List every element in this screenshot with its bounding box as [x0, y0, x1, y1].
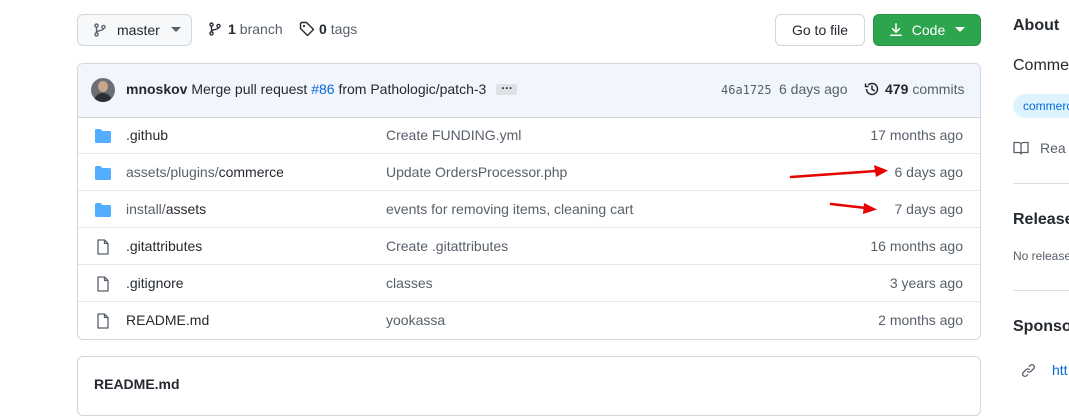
commit-hash[interactable]: 46a1725 [721, 83, 772, 97]
topic-tag[interactable]: commerc [1013, 94, 1069, 118]
annotation-arrows [789, 165, 888, 214]
topic-label: commerc [1023, 99, 1069, 113]
file-row[interactable]: .github Create FUNDING.yml 17 months ago [78, 117, 980, 154]
file-commit-message[interactable]: yookassa [386, 312, 445, 328]
commit-author[interactable]: mnoskov [126, 81, 187, 97]
annotation-arrow-1-head [874, 165, 888, 177]
file-age: 7 days ago [894, 201, 964, 217]
folder-icon [95, 129, 111, 143]
file-name-link[interactable]: .github [126, 127, 168, 143]
file-name-link[interactable]: assets/plugins/commerce [126, 164, 284, 180]
file-row[interactable]: .gitignore classes 3 years ago [78, 265, 980, 302]
file-age: 3 years ago [889, 275, 963, 291]
branch-label: branch [239, 21, 283, 37]
branch-name: master [117, 22, 160, 38]
branch-select-button[interactable]: master [77, 14, 192, 46]
sidebar-divider [1013, 183, 1069, 184]
code-button[interactable]: Code [873, 14, 981, 46]
file-name: commerce [218, 164, 284, 180]
file-commit-message[interactable]: Update OrdersProcessor.php [386, 164, 567, 180]
link-icon [1021, 363, 1036, 377]
tags-link[interactable]: 0 tags [299, 21, 357, 37]
sponsor-link[interactable]: htt [1021, 362, 1068, 378]
file-name: .github [126, 127, 169, 143]
repo-description: Comme [1013, 57, 1069, 74]
download-icon [889, 23, 902, 36]
readme-panel: README.md [77, 356, 981, 416]
file-commit-message[interactable]: classes [386, 275, 433, 291]
file-commit-message[interactable]: Create FUNDING.yml [386, 127, 521, 143]
commit-age: 6 days ago [779, 81, 848, 97]
file-name: assets [165, 201, 207, 217]
caret-down-icon [170, 27, 181, 32]
sponsor-heading: Sponso [1013, 318, 1069, 335]
file-path-prefix: install/ [126, 201, 166, 217]
commit-message-prefix[interactable]: Merge pull request [191, 81, 307, 97]
branches-link[interactable]: 1 branch [208, 21, 283, 37]
git-branch-icon [94, 23, 106, 37]
file-age: 6 days ago [894, 164, 964, 180]
file-name-link[interactable]: install/assets [126, 201, 206, 217]
commit-label: commits [912, 81, 965, 97]
releases-heading[interactable]: Release [1013, 211, 1069, 229]
latest-commit-bar: mnoskov Merge pull request #86 from Path… [78, 64, 980, 118]
tag-icon [299, 21, 315, 37]
caret-down-icon [955, 27, 966, 32]
file-icon [97, 239, 109, 255]
readme-link-label: Rea [1040, 140, 1066, 156]
readme-title[interactable]: README.md [94, 376, 180, 392]
tag-count: 0 [319, 21, 327, 37]
pull-request-link[interactable]: #86 [311, 81, 334, 97]
readme-link[interactable]: Rea [1013, 140, 1066, 156]
expand-commit-button[interactable]: … [496, 78, 518, 95]
file-commit-message[interactable]: events for removing items, cleaning cart [386, 201, 633, 217]
file-name: .gitignore [126, 275, 184, 291]
file-commit-message[interactable]: Create .gitattributes [386, 238, 508, 254]
annotation-arrow-2 [829, 202, 868, 210]
file-name-link[interactable]: .gitignore [126, 275, 184, 291]
commit-message-suffix[interactable]: from Pathologic/patch-3 [338, 81, 486, 97]
file-path-prefix: assets/plugins/ [126, 164, 219, 180]
history-icon [864, 82, 879, 96]
author-avatar[interactable] [91, 78, 115, 102]
file-name-link[interactable]: README.md [126, 312, 209, 328]
annotation-arrow-1 [789, 169, 878, 179]
go-to-file-label: Go to file [791, 22, 849, 38]
file-name: README.md [126, 312, 210, 328]
book-icon [1013, 141, 1029, 155]
commit-history-link[interactable]: 479 commits [864, 81, 964, 97]
folder-icon [95, 203, 111, 217]
ellipsis-text: … [500, 77, 513, 92]
file-icon [97, 276, 109, 292]
sidebar-divider [1013, 290, 1069, 291]
annotation-arrow-2-head [863, 203, 877, 214]
file-row[interactable]: README.md yookassa 2 months ago [78, 302, 980, 339]
code-label: Code [911, 22, 946, 38]
file-age: 17 months ago [870, 127, 963, 143]
releases-text: No release [1013, 249, 1069, 263]
file-age: 16 months ago [870, 238, 963, 254]
file-name-link[interactable]: .gitattributes [126, 238, 202, 254]
go-to-file-button[interactable]: Go to file [775, 14, 865, 46]
file-name: .gitattributes [126, 238, 203, 254]
git-branch-icon [209, 22, 221, 36]
file-age: 2 months ago [878, 312, 963, 328]
about-heading: About [1013, 17, 1060, 34]
commit-count: 479 [885, 81, 909, 97]
file-row[interactable]: .gitattributes Create .gitattributes 16 mo… [78, 228, 980, 265]
folder-icon [95, 166, 111, 180]
file-icon [97, 313, 109, 329]
branch-count: 1 [228, 21, 236, 37]
tag-label: tags [330, 21, 358, 37]
sponsor-link-label: htt [1052, 362, 1068, 378]
